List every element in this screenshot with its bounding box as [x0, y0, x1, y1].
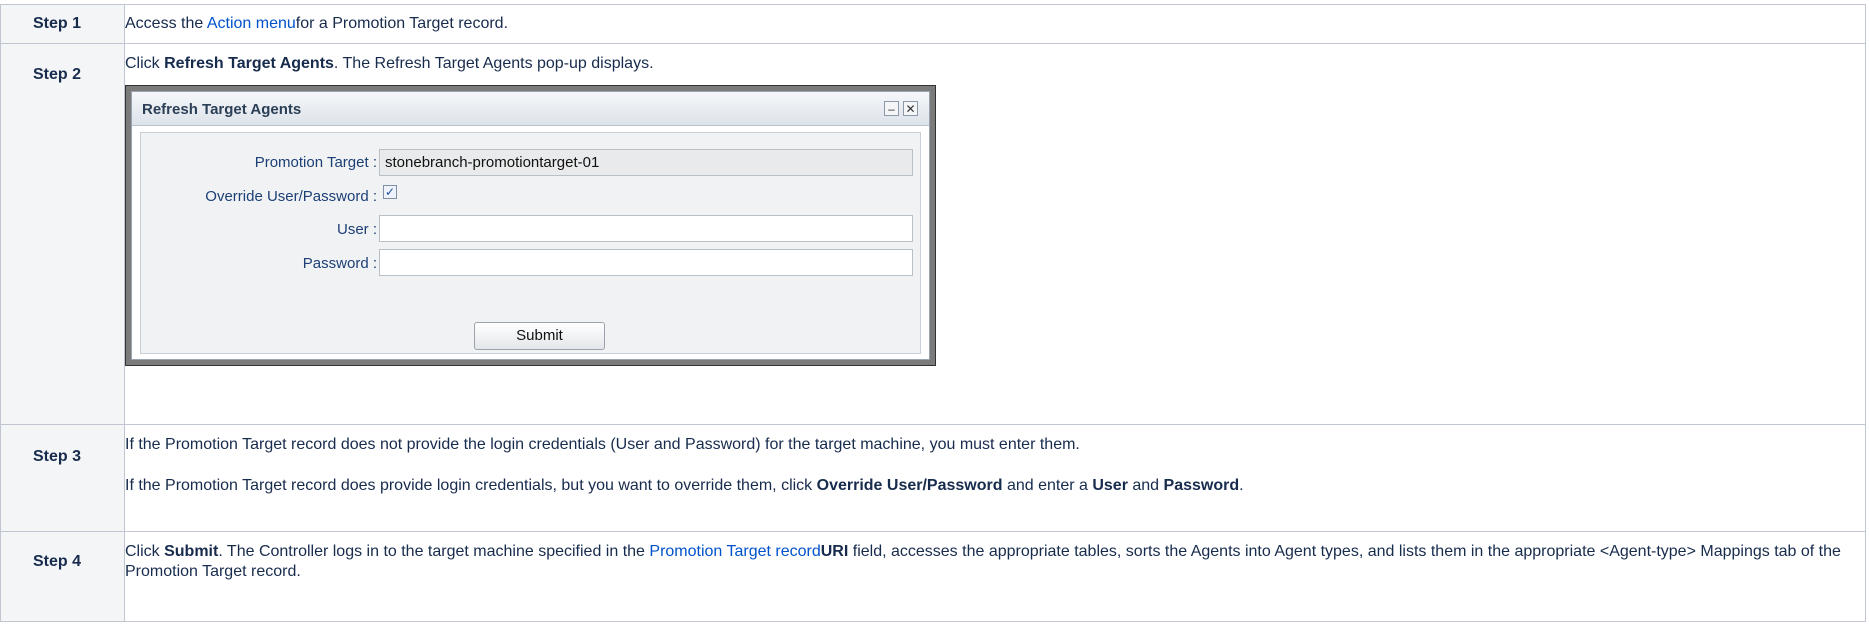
override-checkbox[interactable]: ✓ — [383, 185, 397, 199]
dialog-title: Refresh Target Agents — [142, 101, 302, 118]
step-label: Step 1 — [33, 15, 82, 32]
text: and — [1127, 477, 1164, 494]
text: If the Promotion Target record does prov… — [125, 477, 817, 494]
bold-text: Password — [1163, 477, 1240, 494]
bold-text: Refresh Target Agents — [164, 55, 334, 72]
refresh-target-agents-dialog: Refresh Target Agents – ✕ Promotion Targ… — [131, 91, 930, 360]
close-icon[interactable]: ✕ — [903, 101, 918, 116]
user-label: User : — [336, 221, 377, 238]
password-label: Password : — [302, 255, 377, 272]
text: . — [1239, 477, 1244, 494]
text: Access the — [125, 15, 207, 32]
step-label-cell: Step 3 — [0, 424, 125, 532]
user-input[interactable] — [379, 215, 913, 242]
promotion-target-label: Promotion Target : — [254, 154, 377, 171]
bold-text: Override User/Password — [816, 477, 1003, 494]
text: Click — [125, 55, 165, 72]
step-label: Step 2 — [33, 66, 82, 83]
step-body: Click Submit. The Controller logs in to … — [124, 531, 1866, 622]
step-text: If the Promotion Target record does prov… — [125, 455, 1865, 496]
password-input[interactable] — [379, 249, 913, 276]
dialog-screenshot: Refresh Target Agents – ✕ Promotion Targ… — [125, 85, 936, 366]
text: . The Refresh Target Agents pop-up displ… — [333, 55, 654, 72]
step-text: Access the Action menufor a Promotion Ta… — [125, 5, 1865, 34]
step-text: Click Refresh Target Agents. The Refresh… — [125, 44, 1865, 74]
step-body: Click Refresh Target Agents. The Refresh… — [124, 43, 1866, 425]
override-label: Override User/Password : — [205, 188, 377, 205]
step-label-cell: Step 2 — [0, 43, 125, 425]
bold-text: Submit — [164, 543, 219, 560]
promotion-target-record-link[interactable]: Promotion Target record — [649, 543, 820, 560]
dialog-form: Promotion Target : stonebranch-promotion… — [140, 132, 921, 354]
step-text: If the Promotion Target record does not … — [125, 436, 1080, 453]
step-label: Step 4 — [33, 553, 82, 570]
text: Click — [125, 543, 165, 560]
step-row: Step 2 Click Refresh Target Agents. The … — [0, 43, 1866, 425]
steps-table: Step 1 Access the Action menufor a Promo… — [0, 4, 1866, 622]
action-menu-link[interactable]: Action menu — [207, 15, 296, 32]
step-text: Click Submit. The Controller logs in to … — [125, 532, 1865, 582]
text: for a Promotion Target record. — [295, 15, 509, 32]
step-body: Access the Action menufor a Promotion Ta… — [124, 4, 1866, 44]
text: . The Controller logs in to the target m… — [218, 543, 650, 560]
step-row: Step 4 Click Submit. The Controller logs… — [0, 531, 1866, 622]
submit-button[interactable]: Submit — [474, 322, 605, 350]
bold-text: User — [1092, 477, 1128, 494]
step-row: Step 3 If the Promotion Target record do… — [0, 424, 1866, 532]
step-label-cell: Step 1 — [0, 4, 125, 44]
step-label: Step 3 — [33, 448, 82, 465]
text: and enter a — [1002, 477, 1093, 494]
step-label-cell: Step 4 — [0, 531, 125, 622]
minimize-icon[interactable]: – — [884, 101, 899, 116]
dialog-titlebar: Refresh Target Agents – ✕ — [132, 92, 929, 126]
bold-text: URI — [820, 543, 849, 560]
promotion-target-field[interactable]: stonebranch-promotiontarget-01 — [379, 149, 913, 176]
step-body: If the Promotion Target record does not … — [124, 424, 1866, 532]
step-row: Step 1 Access the Action menufor a Promo… — [0, 4, 1866, 44]
